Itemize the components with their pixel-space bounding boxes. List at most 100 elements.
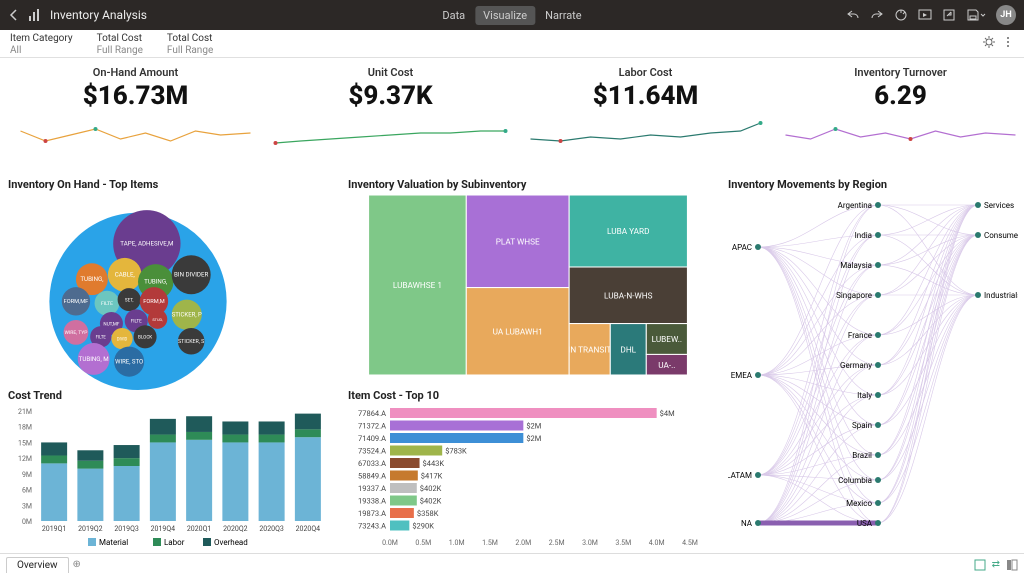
svg-text:Overhead: Overhead [214,538,248,547]
panel-bubble[interactable]: Inventory On Hand - Top Items TAPE, ADHE… [8,178,338,383]
filter-settings-icon[interactable] [982,35,996,49]
svg-text:2019Q1: 2019Q1 [42,525,67,533]
svg-text:4.5M: 4.5M [682,539,698,547]
svg-text:19337.A: 19337.A [358,484,386,493]
canvas: On-Hand Amount $16.73M Unit Cost $9.37K … [0,58,1024,553]
svg-text:$417K: $417K [421,472,443,481]
svg-text:1.5M: 1.5M [482,539,498,547]
workbook-title: Inventory Analysis [50,8,147,22]
panel-treemap[interactable]: Inventory Valuation by Subinventory LUBA… [348,178,718,383]
sparkline [773,111,1024,151]
svg-text:STUD,: STUD, [152,317,163,322]
svg-text:6M: 6M [22,487,32,495]
svg-text:Industrials: Industrials [984,291,1018,300]
svg-text:DIVID: DIVID [117,337,128,342]
svg-text:PLAT WHSE: PLAT WHSE [496,237,540,247]
svg-text:2020Q4: 2020Q4 [296,525,321,533]
tab-data[interactable]: Data [434,6,473,25]
svg-text:$402K: $402K [420,497,442,506]
svg-text:UA LUBAWH1: UA LUBAWH1 [493,327,543,337]
panel-network[interactable]: Inventory Movements by Region APACEMEALA… [728,178,1024,549]
svg-text:STICKER, P: STICKER, P [172,311,202,318]
svg-text:Italy: Italy [857,391,872,400]
layout-icon[interactable] [974,559,986,571]
filter-total-cost-2[interactable]: Total Cost Full Range [167,33,213,57]
svg-text:$290K: $290K [412,522,434,531]
svg-text:9M: 9M [22,471,32,479]
svg-text:0M: 0M [22,518,32,526]
svg-text:TUBING, M: TUBING, M [79,355,109,363]
kpi-row: On-Hand Amount $16.73M Unit Cost $9.37K … [8,62,1024,172]
panel-item-cost[interactable]: Item Cost - Top 10 77864.A$4M71372.A$2M7… [348,389,718,549]
add-canvas-icon[interactable]: ⊕ [73,559,81,570]
treemap-chart: LUBAWHSE 1 PLAT WHSE UA LUBAWH1 LUBA YARD LU… [348,195,708,375]
svg-text:APAC: APAC [732,243,752,252]
svg-text:Services: Services [984,201,1014,210]
back-icon[interactable] [8,9,20,21]
svg-text:WIRE, TYP: WIRE, TYP [65,330,88,336]
tab-narrate[interactable]: Narrate [537,6,590,25]
top-bar: Inventory Analysis Data Visualize Narrat… [0,0,1024,30]
svg-text:73243.A: 73243.A [358,522,386,531]
panel-toggle-icon[interactable] [1006,559,1018,571]
more-icon[interactable] [1002,36,1014,48]
svg-text:LUBA-N-WHS: LUBA-N-WHS [604,291,653,301]
svg-text:BIN DIVIDER: BIN DIVIDER [174,271,208,279]
svg-text:DHL: DHL [620,345,636,355]
svg-text:CABLE,: CABLE, [115,271,135,279]
save-icon[interactable] [966,8,986,22]
svg-text:Brazil: Brazil [852,451,872,460]
svg-text:$402K: $402K [420,484,442,493]
svg-text:Columbia: Columbia [838,476,872,485]
preview-icon[interactable] [918,8,932,22]
kpi-labor-cost[interactable]: Labor Cost $11.64M [518,62,773,172]
svg-text:3.0M: 3.0M [582,539,598,547]
avatar[interactable]: JH [996,5,1016,25]
canvas-tab-overview[interactable]: Overview [6,557,69,573]
svg-text:2020Q2: 2020Q2 [223,525,248,533]
refresh-icon[interactable] [894,8,908,22]
svg-text:USA: USA [857,519,873,528]
undo-icon[interactable] [846,8,860,22]
svg-text:71409.A: 71409.A [358,434,386,443]
svg-text:Argentina: Argentina [838,201,872,210]
svg-text:LUBA YARD: LUBA YARD [607,227,649,237]
svg-text:2019Q3: 2019Q3 [114,525,139,533]
kpi-turnover[interactable]: Inventory Turnover 6.29 [773,62,1024,172]
svg-text:Material: Material [99,538,128,547]
export-icon[interactable] [942,8,956,22]
kpi-unit-cost[interactable]: Unit Cost $9.37K [263,62,518,172]
svg-text:Malaysia: Malaysia [840,261,872,270]
svg-text:UA-..: UA-.. [658,361,675,371]
svg-text:$4M: $4M [660,409,675,418]
svg-text:LUBAWHSE 1: LUBAWHSE 1 [393,281,442,291]
panel-cost-trend[interactable]: Cost Trend 0M3M6M9M12M15M18M21M2019Q1201… [8,389,338,549]
svg-text:Labor: Labor [164,538,185,547]
svg-text:STICKER, S: STICKER, S [178,339,204,345]
svg-text:19338.A: 19338.A [358,497,386,506]
tab-visualize[interactable]: Visualize [475,6,535,25]
connection-icon[interactable]: ⇄ [992,559,1000,571]
sparkline [263,111,518,151]
svg-text:77864.A: 77864.A [358,409,386,418]
svg-text:73524.A: 73524.A [358,447,386,456]
filter-item-category[interactable]: Item Category All [10,33,73,57]
svg-text:Mexico: Mexico [846,499,872,508]
svg-text:FORM,MF: FORM,MF [64,299,89,305]
bubble-chart: TAPE, ADHESIVE,MTUBING,CABLE,TUBING,BIN … [8,195,268,390]
svg-text:EMEA: EMEA [731,371,753,380]
svg-text:2.5M: 2.5M [549,539,565,547]
kpi-on-hand[interactable]: On-Hand Amount $16.73M [8,62,263,172]
redo-icon[interactable] [870,8,884,22]
svg-text:$443K: $443K [423,459,445,468]
chart-icon [28,8,42,22]
filter-total-cost-1[interactable]: Total Cost Full Range [97,33,143,57]
svg-text:$783K: $783K [445,447,467,456]
svg-text:$2M: $2M [526,422,541,431]
svg-text:18M: 18M [18,424,32,432]
svg-text:India: India [855,231,872,240]
svg-text:TUBING,: TUBING, [80,275,103,283]
svg-text:SET,: SET, [125,297,134,303]
svg-text:3M: 3M [22,502,32,510]
svg-text:58849.A: 58849.A [358,472,386,481]
